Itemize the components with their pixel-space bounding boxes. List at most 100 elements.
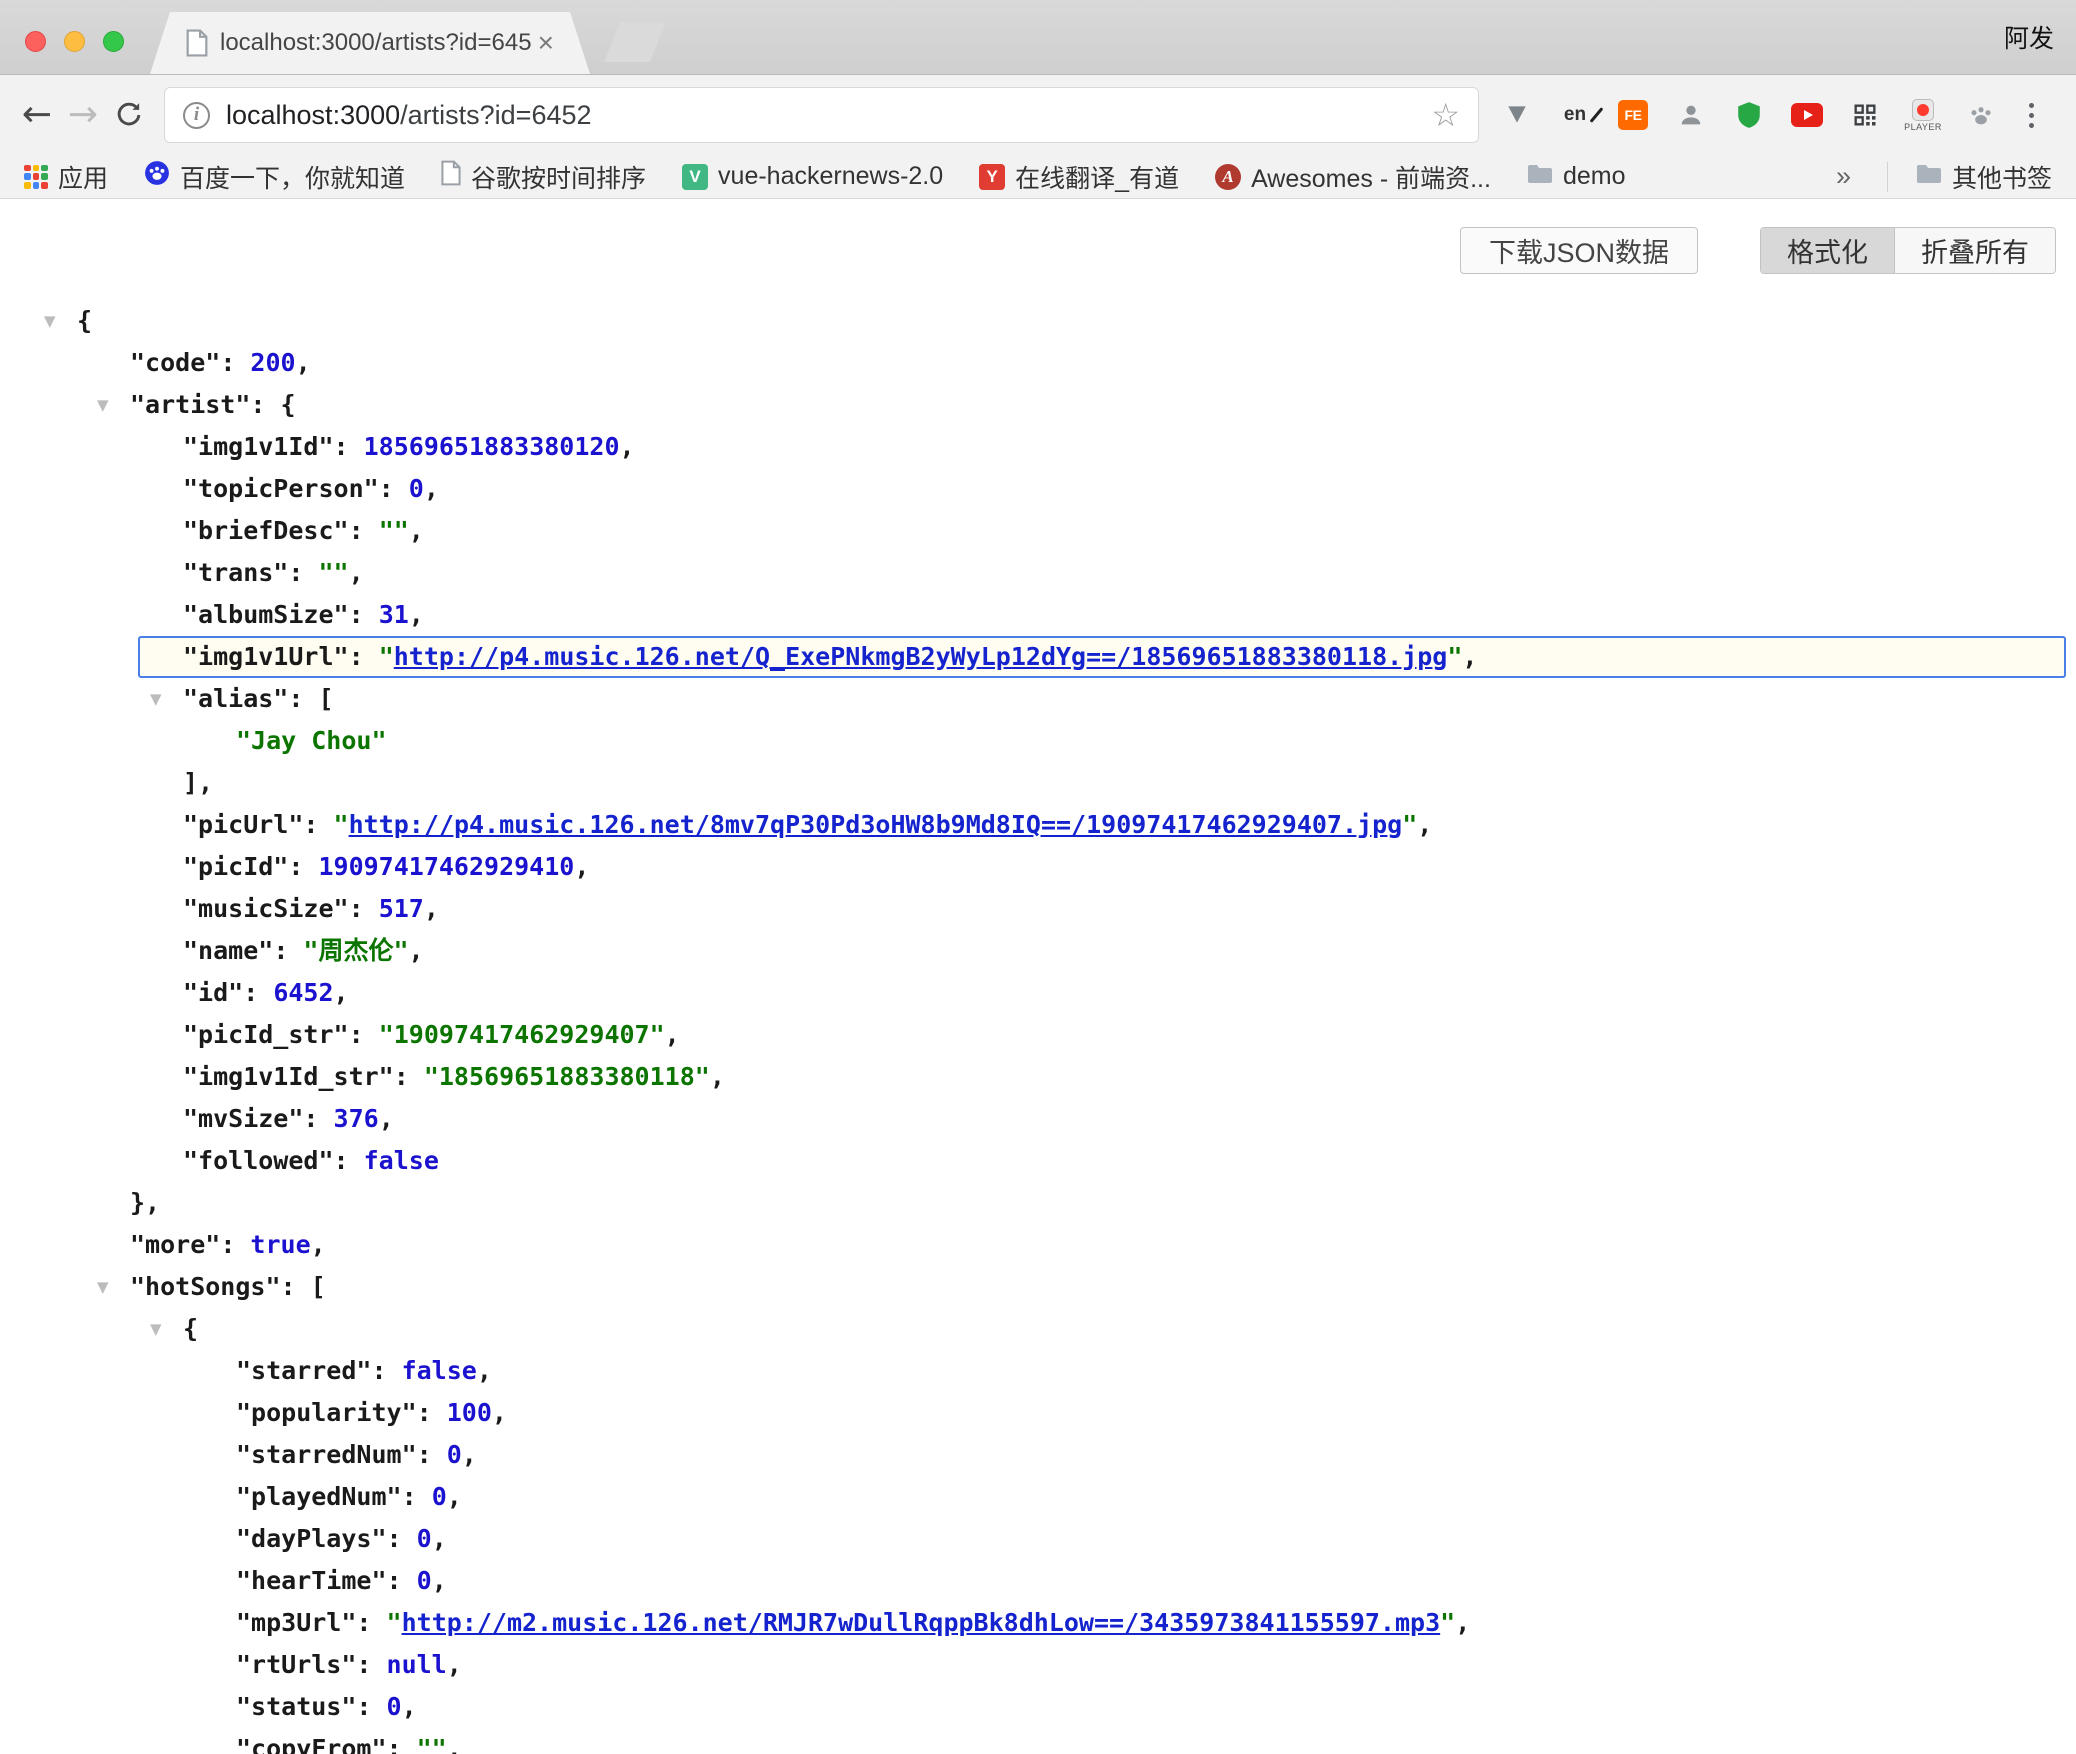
json-punctuation: : <box>349 600 379 629</box>
json-punctuation: : [ <box>281 1272 326 1301</box>
tab-close-icon[interactable]: × <box>538 29 554 57</box>
other-bookmarks-folder[interactable]: 其他书签 <box>1887 162 2052 192</box>
folder-icon <box>1916 162 1942 191</box>
json-line: "popularity": 100, <box>0 1392 2076 1434</box>
json-punctuation: : <box>387 1566 417 1595</box>
translate-extension-icon[interactable]: en <box>1557 93 1593 137</box>
json-line: "copyFrom": "", <box>0 1728 2076 1754</box>
json-line: "picId": 19097417462929410, <box>0 846 2076 888</box>
json-key: "starred" <box>236 1356 371 1385</box>
window-controls <box>25 31 124 52</box>
shield-extension-icon[interactable] <box>1731 93 1767 137</box>
collapse-toggle-icon[interactable]: ▼ <box>97 1266 109 1308</box>
json-key: "more" <box>130 1230 220 1259</box>
json-punctuation: { <box>77 306 92 335</box>
json-url-link[interactable]: http://m2.music.126.net/RMJR7wDullRqppBk… <box>402 1608 1441 1637</box>
close-window-button[interactable] <box>25 31 46 52</box>
json-line: "name": "周杰伦", <box>0 930 2076 972</box>
json-punctuation: , <box>620 432 635 461</box>
address-bar[interactable]: i localhost:3000/artists?id=6452 ☆ <box>164 87 1479 143</box>
json-line: "picId_str": "19097417462929407", <box>0 1014 2076 1056</box>
back-button[interactable]: ← <box>14 97 60 133</box>
json-key: "img1v1Url" <box>183 642 349 671</box>
json-number: 18569651883380120 <box>364 432 620 461</box>
json-punctuation: : <box>349 642 379 671</box>
profile-name[interactable]: 阿发 <box>2004 19 2054 55</box>
json-url-link[interactable]: http://p4.music.126.net/Q_ExePNkmgB2yWyL… <box>394 642 1448 671</box>
json-punctuation: : <box>394 1062 424 1091</box>
json-quote: " <box>1440 1608 1455 1637</box>
apps-grid-icon <box>24 165 48 189</box>
bookmark-google-sort[interactable]: 谷歌按时间排序 <box>441 159 646 195</box>
json-number: 31 <box>379 600 409 629</box>
json-keyword: null <box>387 1650 447 1679</box>
collapse-toggle-icon[interactable]: ▼ <box>150 1308 162 1350</box>
browser-menu-icon[interactable] <box>2021 99 2042 132</box>
paw-extension-icon[interactable] <box>1963 93 1999 137</box>
minimize-window-button[interactable] <box>64 31 85 52</box>
bookmark-apps[interactable]: 应用 <box>24 159 108 195</box>
json-punctuation: : <box>349 516 379 545</box>
json-line: "musicSize": 517, <box>0 888 2076 930</box>
collapse-toggle-icon[interactable]: ▼ <box>97 384 109 426</box>
json-punctuation: : <box>356 1650 386 1679</box>
json-number: 19097417462929410 <box>318 852 574 881</box>
json-line: ▼{ <box>0 300 2076 342</box>
bookmark-label: vue-hackernews-2.0 <box>718 162 943 191</box>
browser-toolbar: ← → i localhost:3000/artists?id=6452 ☆ e… <box>0 75 2076 155</box>
bookmark-baidu[interactable]: 百度一下，你就知道 <box>144 159 405 195</box>
collapse-toggle-icon[interactable]: ▼ <box>44 300 56 342</box>
bookmark-awesomes[interactable]: A Awesomes - 前端资... <box>1215 159 1491 195</box>
json-line: "followed": false <box>0 1140 2076 1182</box>
qr-code-extension-icon[interactable] <box>1847 93 1883 137</box>
json-line: "img1v1Id_str": "18569651883380118", <box>0 1056 2076 1098</box>
json-punctuation: : <box>349 894 379 923</box>
json-punctuation: : <box>303 1104 333 1133</box>
json-key: "topicPerson" <box>183 474 379 503</box>
bookmark-label: Awesomes - 前端资... <box>1251 159 1491 195</box>
bookmark-youdao-translate[interactable]: Y 在线翻译_有道 <box>979 159 1179 195</box>
json-punctuation: ], <box>183 768 213 797</box>
json-quote: " <box>1447 642 1462 671</box>
json-line: "Jay Chou" <box>0 720 2076 762</box>
json-punctuation: , <box>424 894 439 923</box>
bookmark-star-icon[interactable]: ☆ <box>1431 99 1460 131</box>
bookmark-vue-hackernews[interactable]: V vue-hackernews-2.0 <box>682 162 943 191</box>
fullscreen-window-button[interactable] <box>103 31 124 52</box>
pennant-flag-icon[interactable] <box>1499 93 1535 137</box>
reload-button[interactable] <box>106 99 152 131</box>
json-number: 0 <box>432 1482 447 1511</box>
json-key: "albumSize" <box>183 600 349 629</box>
json-line: ▼"hotSongs": [ <box>0 1266 2076 1308</box>
json-line: "topicPerson": 0, <box>0 468 2076 510</box>
json-punctuation: : <box>379 474 409 503</box>
json-punctuation: , <box>432 1524 447 1553</box>
format-button[interactable]: 格式化 <box>1761 228 1894 273</box>
json-punctuation: : <box>273 936 303 965</box>
page-info-icon[interactable]: i <box>183 102 210 129</box>
json-number: 517 <box>379 894 424 923</box>
forward-button[interactable]: → <box>60 97 106 133</box>
download-json-button[interactable]: 下载JSON数据 <box>1460 227 1698 274</box>
bookmark-demo-folder[interactable]: demo <box>1527 162 1626 191</box>
view-mode-toggle: 格式化 折叠所有 <box>1760 227 2056 274</box>
json-punctuation: , <box>409 936 424 965</box>
fehelper-extension-icon[interactable]: FE <box>1615 93 1651 137</box>
person-extension-icon[interactable] <box>1673 93 1709 137</box>
bookmarks-overflow-chevron[interactable]: » <box>1836 161 1851 192</box>
new-tab-button[interactable] <box>604 22 666 62</box>
json-punctuation: , <box>492 1398 507 1427</box>
player-extension-icon[interactable]: PLAYER <box>1905 93 1941 137</box>
json-punctuation: , <box>574 852 589 881</box>
json-number: 6452 <box>273 978 333 1007</box>
url-text[interactable]: localhost:3000/artists?id=6452 <box>226 100 592 131</box>
bookmark-label: 谷歌按时间排序 <box>471 159 646 195</box>
youtube-extension-icon[interactable] <box>1789 93 1825 137</box>
json-punctuation: , <box>447 1734 462 1754</box>
json-url-link[interactable]: http://p4.music.126.net/8mv7qP30Pd3oHW8b… <box>349 810 1403 839</box>
json-punctuation: : <box>334 1146 364 1175</box>
collapse-toggle-icon[interactable]: ▼ <box>150 678 162 720</box>
active-tab[interactable]: localhost:3000/artists?id=645 × <box>150 12 590 74</box>
json-key: "picUrl" <box>183 810 303 839</box>
collapse-all-button[interactable]: 折叠所有 <box>1894 228 2055 273</box>
